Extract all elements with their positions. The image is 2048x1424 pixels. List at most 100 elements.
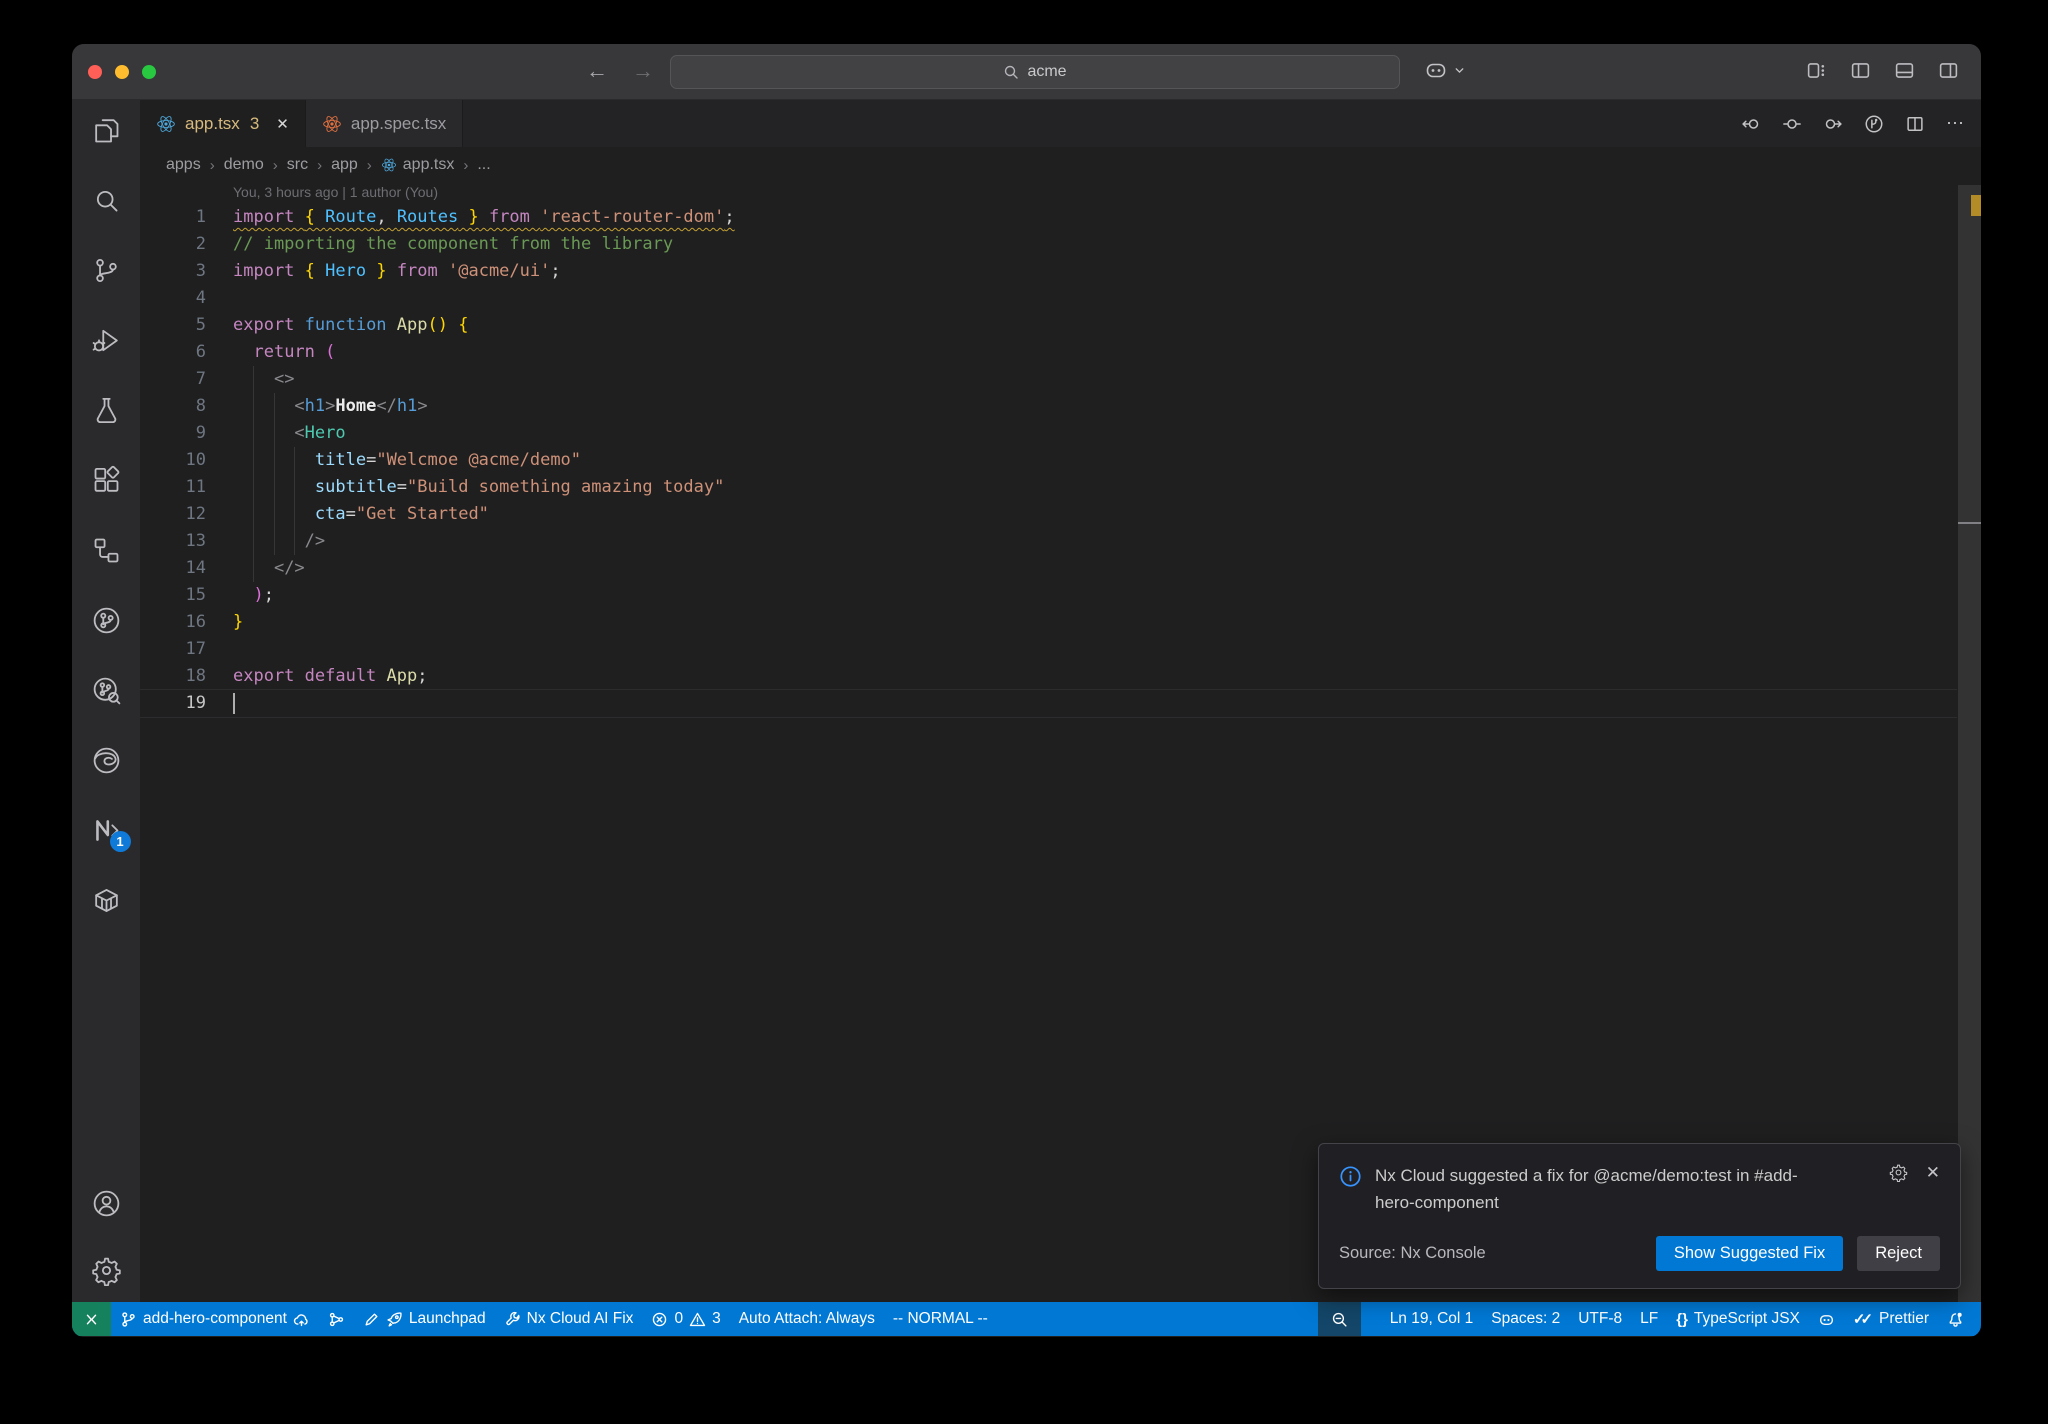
line-number: 12 [185,504,206,524]
close-tab-icon[interactable]: ✕ [276,115,289,133]
close-notification-icon[interactable]: ✕ [1926,1163,1940,1183]
breadcrumb-item-[interactable]: ... [477,156,490,174]
titlebar: ← → acme [72,44,1981,100]
statusbar-launchpad[interactable]: Launchpad [354,1302,495,1336]
code-line-15[interactable]: 15 ); [140,582,1957,609]
containers-icon[interactable] [91,885,122,916]
project-hierarchy-icon[interactable] [91,535,122,566]
commit-graph-icon[interactable] [1864,114,1884,134]
gitlens-inspect-icon[interactable] [91,675,122,706]
copilot-menu[interactable] [1424,58,1466,82]
code-line-4[interactable]: 4 [140,285,1957,312]
next-change-icon[interactable] [1823,114,1843,134]
code-line-9[interactable]: 9 <Hero [140,420,1957,447]
statusbar-cursor-position[interactable]: Ln 19, Col 1 [1381,1302,1483,1336]
explorer-icon[interactable] [91,115,122,146]
error-icon [651,1311,668,1328]
toggle-primary-sidebar-icon[interactable] [1850,60,1871,81]
code-line-content: subtitle="Build something amazing today" [314,477,725,497]
more-actions-icon[interactable]: ⋯ [1946,113,1965,134]
line-number: 7 [195,369,206,389]
statusbar-remote[interactable] [72,1302,111,1336]
chevron-down-icon [1455,67,1464,73]
window-controls [88,65,156,79]
gitlens-icon[interactable] [91,605,122,636]
show-suggested-fix-button[interactable]: Show Suggested Fix [1655,1236,1844,1271]
statusbar-git-branch[interactable]: add-hero-component [111,1302,319,1336]
statusbar-label: UTF-8 [1578,1310,1623,1327]
code-line-3[interactable]: 3 import { Hero } from '@acme/ui'; [140,258,1957,285]
toggle-secondary-sidebar-icon[interactable] [1938,60,1959,81]
code-line-5[interactable]: 5 export function App() { [140,312,1957,339]
statusbar-language-mode[interactable]: {} TypeScript JSX [1667,1302,1809,1336]
current-change-icon[interactable] [1782,114,1802,134]
code-line-16[interactable]: 16} [140,609,1957,636]
close-window-button[interactable] [88,65,102,79]
line-number: 18 [185,666,206,686]
code-line-13[interactable]: 13 /> [140,528,1957,555]
code-line-content: cta="Get Started" [314,504,489,524]
scrollbar-thumb-edge [1958,522,1981,524]
nx-console-icon[interactable]: 1 [91,815,131,852]
code-line-6[interactable]: 6 return ( [140,339,1957,366]
code-line-12[interactable]: 12 cta="Get Started" [140,501,1957,528]
statusbar-vim-mode[interactable]: -- NORMAL -- [884,1302,997,1336]
maximize-window-button[interactable] [142,65,156,79]
code-line-18[interactable]: 18 export default App; [140,663,1957,690]
code-line-2[interactable]: 2 // importing the component from the lib… [140,231,1957,258]
line-number: 14 [185,558,206,578]
statusbar-auto-attach[interactable]: Auto Attach: Always [730,1302,884,1336]
statusbar-commit-graph[interactable] [319,1302,354,1336]
breadcrumb-item-apps[interactable]: apps [166,156,201,174]
statusbar-copilot[interactable] [1809,1302,1844,1336]
warning-icon [689,1311,706,1328]
accounts-icon[interactable] [91,1188,122,1219]
breadcrumb-separator: › [209,156,215,174]
breadcrumb-item-src[interactable]: src [287,156,308,174]
search-icon [1005,65,1019,79]
customize-layout-icon[interactable] [1806,60,1827,81]
code-line-17[interactable]: 17 [140,636,1957,663]
breadcrumb-item-demo[interactable]: demo [224,156,264,174]
statusbar-eol[interactable]: LF [1631,1302,1667,1336]
toggle-panel-icon[interactable] [1894,60,1915,81]
code-line-8[interactable]: 8 <h1>Home</h1> [140,393,1957,420]
code-line-11[interactable]: 11 subtitle="Build something amazing tod… [140,474,1957,501]
breadcrumb-separator: › [272,156,278,174]
tab-app-spec-tsx[interactable]: app.spec.tsx [305,100,464,147]
line-number: 11 [185,477,206,497]
code-line-7[interactable]: 7 <> [140,366,1957,393]
code-line-10[interactable]: 10 title="Welcmoe @acme/demo" [140,447,1957,474]
code-line-14[interactable]: 14 </> [140,555,1957,582]
statusbar-encoding[interactable]: UTF-8 [1569,1302,1631,1336]
code-line-19[interactable]: 19 [140,690,1957,717]
statusbar-indentation[interactable]: Spaces: 2 [1482,1302,1569,1336]
notification-settings-gear-icon[interactable] [1889,1163,1908,1183]
extensions-icon[interactable] [91,465,122,496]
breadcrumb-item-app[interactable]: app [331,156,358,174]
code-line-1[interactable]: 1 import { Route, Routes } from 'react-ro… [140,204,1957,231]
navigate-forward-icon[interactable]: → [632,58,654,84]
run-and-debug-icon[interactable] [91,325,122,356]
previous-change-icon[interactable] [1741,114,1761,134]
statusbar-notifications-bell[interactable] [1938,1302,1973,1336]
settings-icon[interactable] [91,1255,122,1287]
code-editor[interactable]: You, 3 hours ago | 1 author (You) 1 impor… [140,183,1981,1302]
editor-scrollbar[interactable] [1958,185,1981,1302]
command-center-search[interactable]: acme [670,55,1400,89]
breadcrumb-item-apptsx[interactable]: app.tsx [381,156,454,174]
statusbar-problems[interactable]: 03 [642,1302,729,1336]
statusbar-zoom[interactable] [1317,1302,1361,1336]
split-editor-icon[interactable] [1905,114,1925,134]
statusbar-prettier[interactable]: ✓✓ Prettier [1844,1302,1938,1336]
reject-button[interactable]: Reject [1857,1236,1940,1271]
search-icon[interactable] [91,185,122,216]
edge-tools-icon[interactable] [91,745,122,776]
statusbar-nx-cloud-ai-fix[interactable]: Nx Cloud AI Fix [495,1302,643,1336]
testing-icon[interactable] [91,395,122,426]
bell-dot-icon [1947,1311,1964,1328]
minimize-window-button[interactable] [115,65,129,79]
tab-app-tsx[interactable]: app.tsx 3 ✕ [140,100,306,147]
source-control-icon[interactable] [91,255,122,286]
navigate-back-icon[interactable]: ← [586,58,608,84]
